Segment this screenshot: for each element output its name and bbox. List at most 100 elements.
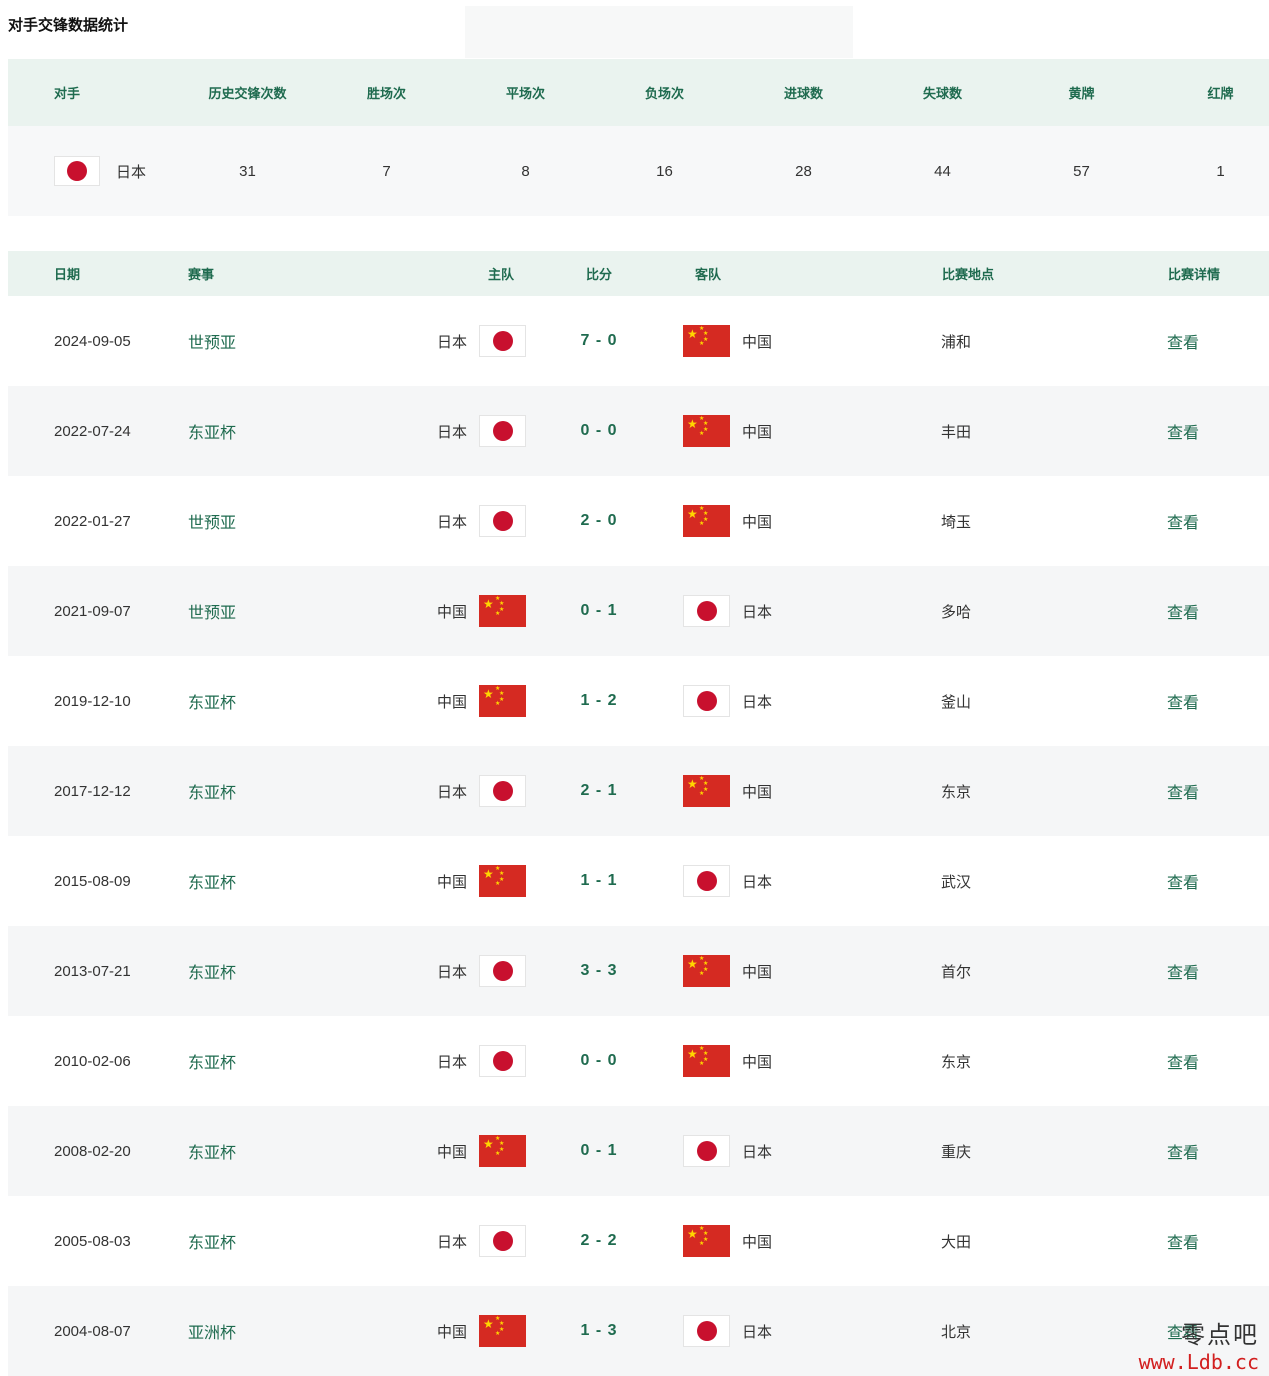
away-team-name: 日本 <box>742 1323 773 1341</box>
away-team[interactable]: 日本 <box>683 1286 883 1376</box>
competition-link[interactable]: 东亚杯 <box>188 746 308 836</box>
table-row: 2017-12-12 东亚杯 日本 2 - 1 ★ ★ ★ ★ ★ 中国 东京 查看 <box>8 746 1269 836</box>
competition-link[interactable]: 世预亚 <box>188 566 308 656</box>
china-flag-icon: ★ ★ ★ ★ ★ <box>479 1135 526 1167</box>
match-date: 2019-12-10 <box>54 692 131 710</box>
away-team[interactable]: ★ ★ ★ ★ ★ 中国 <box>683 926 883 1016</box>
japan-flag-icon <box>479 505 526 537</box>
view-details-link[interactable]: 查看 <box>1167 746 1247 836</box>
summary-data-row: 日本 31 7 8 16 28 44 57 1 <box>8 126 1269 216</box>
home-team[interactable]: 中国 ★ ★ ★ ★ ★ <box>308 1286 526 1376</box>
header-detail: 比赛详情 <box>1167 267 1220 282</box>
view-details-link[interactable]: 查看 <box>1167 476 1247 566</box>
view-details-link[interactable]: 查看 <box>1167 1196 1247 1286</box>
home-team-name: 日本 <box>436 783 467 801</box>
view-details-link[interactable]: 查看 <box>1167 566 1247 656</box>
header-venue: 比赛地点 <box>941 267 994 282</box>
away-team[interactable]: 日本 <box>683 1106 883 1196</box>
home-team[interactable]: 日本 <box>308 1016 526 1106</box>
match-venue: 东京 <box>941 1053 972 1071</box>
match-score: 1 - 1 <box>580 872 618 889</box>
match-date: 2021-09-07 <box>54 602 131 620</box>
match-date: 2022-07-24 <box>54 422 131 440</box>
summary-matches-value: 31 <box>239 162 256 180</box>
china-flag-icon: ★ ★ ★ ★ ★ <box>683 955 730 987</box>
view-details-link[interactable]: 查看 <box>1167 1016 1247 1106</box>
away-team-name: 日本 <box>742 1143 773 1161</box>
match-venue: 首尔 <box>941 963 972 981</box>
home-team[interactable]: 中国 ★ ★ ★ ★ ★ <box>308 656 526 746</box>
competition-link[interactable]: 亚洲杯 <box>188 1286 308 1376</box>
japan-flag-icon <box>479 1045 526 1077</box>
match-venue: 浦和 <box>941 333 972 351</box>
view-details-link[interactable]: 查看 <box>1167 386 1247 476</box>
away-team[interactable]: ★ ★ ★ ★ ★ 中国 <box>683 476 883 566</box>
home-team[interactable]: 日本 <box>308 476 526 566</box>
away-team[interactable]: ★ ★ ★ ★ ★ 中国 <box>683 746 883 836</box>
view-details-link[interactable]: 查看 <box>1167 836 1247 926</box>
away-team-name: 中国 <box>742 423 773 441</box>
table-row: 2013-07-21 东亚杯 日本 3 - 3 ★ ★ ★ ★ ★ 中国 首尔 查看 <box>8 926 1269 1016</box>
competition-link[interactable]: 东亚杯 <box>188 386 308 476</box>
china-flag-icon: ★ ★ ★ ★ ★ <box>479 1315 526 1347</box>
home-team-name: 中国 <box>436 1143 467 1161</box>
china-flag-icon: ★ ★ ★ ★ ★ <box>683 325 730 357</box>
view-details-link[interactable]: 查看 <box>1167 656 1247 746</box>
competition-link[interactable]: 东亚杯 <box>188 836 308 926</box>
summary-header-row: 对手 历史交锋次数 胜场次 平场次 负场次 进球数 失球数 黄牌 红牌 <box>8 59 1269 126</box>
summary-header-goals-against: 失球数 <box>922 86 962 101</box>
away-team[interactable]: 日本 <box>683 836 883 926</box>
japan-flag-icon <box>479 775 526 807</box>
view-details-link[interactable]: 查看 <box>1167 296 1247 386</box>
summary-wins-value: 7 <box>382 162 391 180</box>
away-team-name: 日本 <box>742 873 773 891</box>
competition-link[interactable]: 世预亚 <box>188 476 308 566</box>
japan-flag-icon <box>683 595 730 627</box>
competition-link[interactable]: 世预亚 <box>188 296 308 386</box>
view-details-link[interactable]: 查看 <box>1167 926 1247 1016</box>
away-team[interactable]: 日本 <box>683 656 883 746</box>
home-team[interactable]: 日本 <box>308 1196 526 1286</box>
home-team[interactable]: 日本 <box>308 386 526 476</box>
view-details-link[interactable]: 查看 <box>1167 1106 1247 1196</box>
away-team[interactable]: ★ ★ ★ ★ ★ 中国 <box>683 1196 883 1286</box>
home-team-name: 中国 <box>436 873 467 891</box>
away-team-name: 中国 <box>742 1233 773 1251</box>
summary-losses-value: 16 <box>656 162 673 180</box>
home-team[interactable]: 日本 <box>308 296 526 386</box>
home-team[interactable]: 日本 <box>308 746 526 836</box>
china-flag-icon: ★ ★ ★ ★ ★ <box>683 775 730 807</box>
china-flag-icon: ★ ★ ★ ★ ★ <box>683 505 730 537</box>
home-team-name: 日本 <box>436 1233 467 1251</box>
japan-flag-icon <box>683 865 730 897</box>
away-team[interactable]: ★ ★ ★ ★ ★ 中国 <box>683 1016 883 1106</box>
away-team[interactable]: ★ ★ ★ ★ ★ 中国 <box>683 296 883 386</box>
home-team[interactable]: 中国 ★ ★ ★ ★ ★ <box>308 836 526 926</box>
summary-header-matches: 历史交锋次数 <box>208 86 287 101</box>
summary-header-goals-for: 进球数 <box>783 86 823 101</box>
competition-link[interactable]: 东亚杯 <box>188 1106 308 1196</box>
match-date: 2024-09-05 <box>54 332 131 350</box>
match-venue: 丰田 <box>941 423 972 441</box>
table-row: 2010-02-06 东亚杯 日本 0 - 0 ★ ★ ★ ★ ★ 中国 东京 查看 <box>8 1016 1269 1106</box>
match-date: 2015-08-09 <box>54 872 131 890</box>
home-team[interactable]: 日本 <box>308 926 526 1016</box>
home-team[interactable]: 中国 ★ ★ ★ ★ ★ <box>308 566 526 656</box>
match-score: 0 - 1 <box>580 602 618 619</box>
summary-header-yellow-cards: 黄牌 <box>1068 86 1095 101</box>
away-team[interactable]: ★ ★ ★ ★ ★ 中国 <box>683 386 883 476</box>
home-team-name: 中国 <box>436 603 467 621</box>
away-team[interactable]: 日本 <box>683 566 883 656</box>
summary-header-wins: 胜场次 <box>366 86 406 101</box>
home-team[interactable]: 中国 ★ ★ ★ ★ ★ <box>308 1106 526 1196</box>
summary-header-opponent: 对手 <box>53 86 80 101</box>
summary-header-losses: 负场次 <box>644 86 684 101</box>
japan-flag-icon <box>683 685 730 717</box>
competition-link[interactable]: 东亚杯 <box>188 656 308 746</box>
competition-link[interactable]: 东亚杯 <box>188 926 308 1016</box>
competition-link[interactable]: 东亚杯 <box>188 1016 308 1106</box>
summary-opponent-name: 日本 <box>116 163 147 181</box>
summary-header-draws: 平场次 <box>505 86 545 101</box>
competition-link[interactable]: 东亚杯 <box>188 1196 308 1286</box>
summary-opponent[interactable]: 日本 <box>54 126 194 216</box>
